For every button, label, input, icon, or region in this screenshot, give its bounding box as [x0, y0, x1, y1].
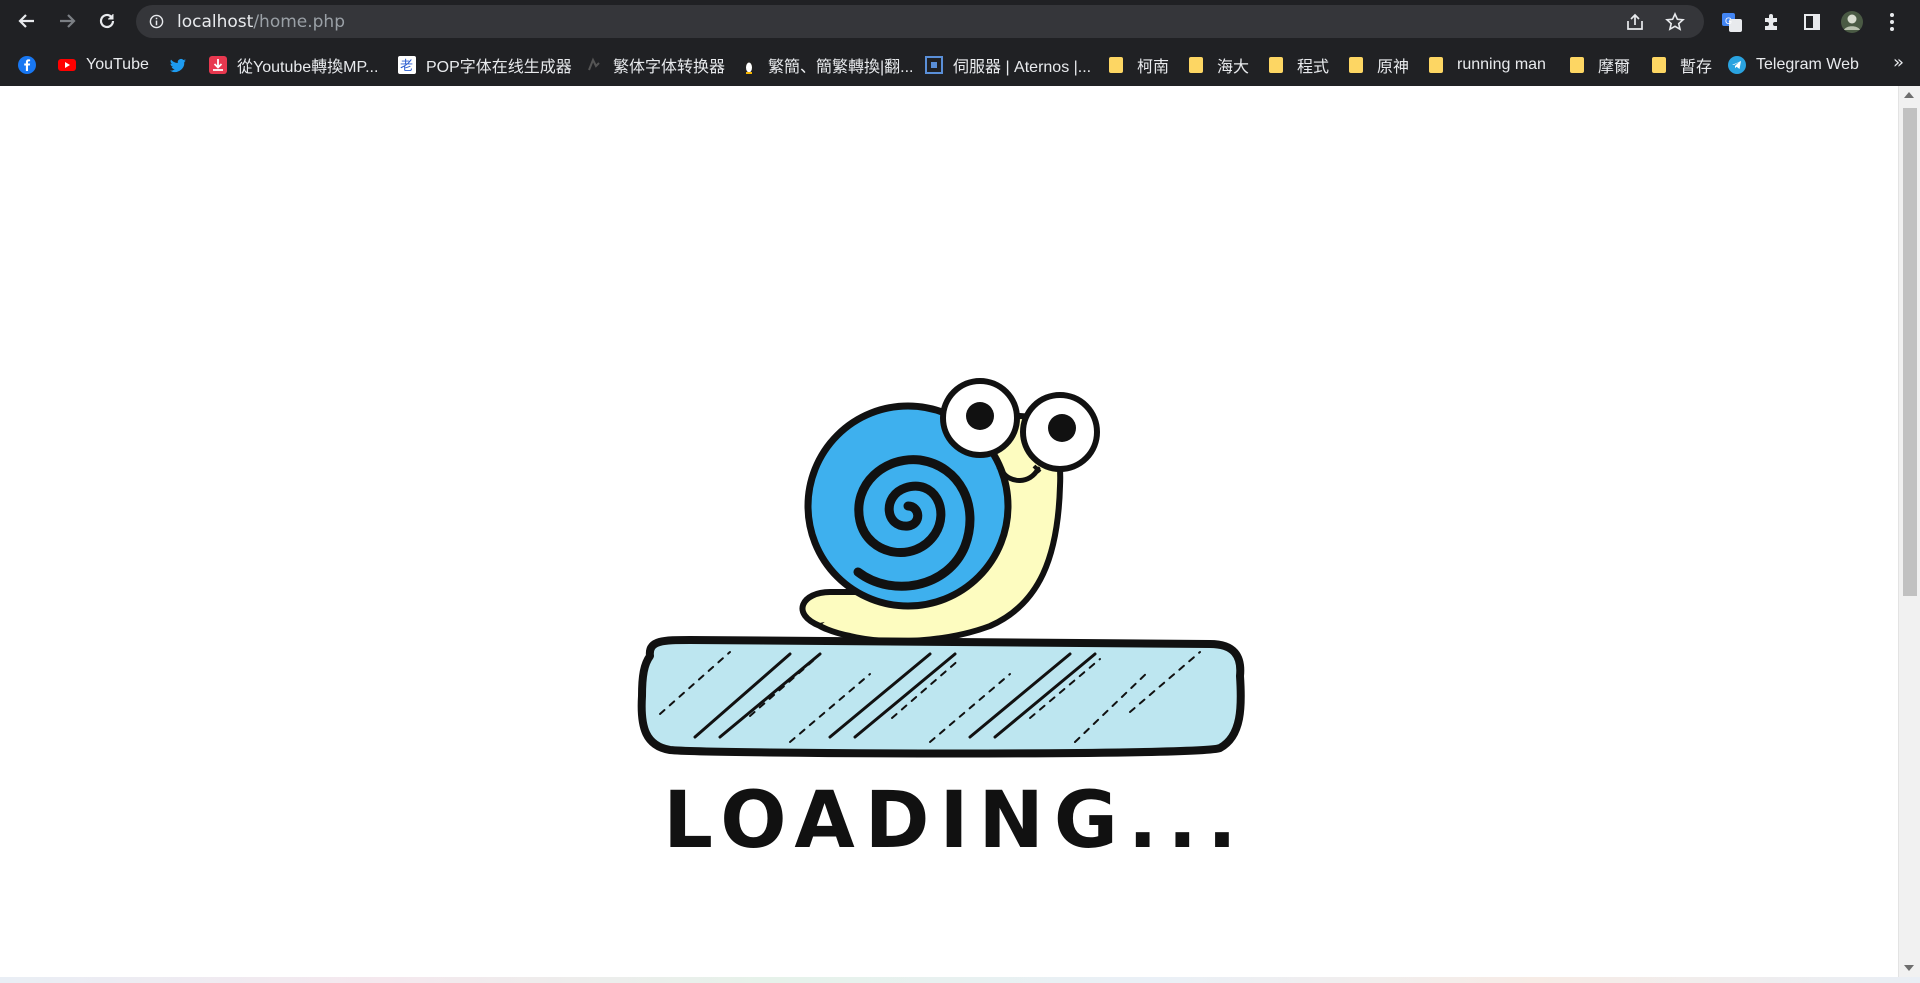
bookmark-folder-genshin[interactable]: 原神 [1349, 52, 1409, 78]
bookmarks-bar: YouTube 從Youtube轉換MP... 老 POP字体在线生成器 繁体字… [0, 43, 1920, 86]
google-translate-icon[interactable]: G [1719, 9, 1745, 35]
bookmark-label: 柯南 [1137, 59, 1170, 76]
bookmark-pop-font[interactable]: 老 POP字体在线生成器 [398, 52, 572, 78]
arrow-right-icon [60, 14, 76, 28]
url-text[interactable]: localhost/home.php [177, 12, 345, 32]
folder-icon [1570, 57, 1584, 73]
bookmark-folder-code[interactable]: 程式 [1269, 52, 1329, 78]
scroll-down-arrow-icon[interactable] [1904, 965, 1914, 971]
arrow-left-icon [18, 14, 34, 28]
page-content: LOADING... [0, 86, 1899, 983]
folder-icon [1429, 57, 1443, 73]
pop-font-icon: 老 [398, 56, 416, 74]
bookmark-telegram[interactable]: Telegram Web [1728, 52, 1859, 78]
url-host: localhost [177, 12, 254, 32]
bookmark-label: 繁体字体转换器 [613, 59, 726, 76]
bookmark-label: 從Youtube轉換MP... [237, 59, 379, 76]
bookmark-label: 摩爾 [1598, 59, 1631, 76]
bookmark-folder-haida[interactable]: 海大 [1189, 52, 1249, 78]
profile-avatar[interactable] [1839, 9, 1865, 35]
folder-icon [1189, 57, 1203, 73]
youtube-icon [58, 59, 76, 71]
folder-icon [1349, 57, 1363, 73]
vertical-scrollbar[interactable] [1898, 86, 1920, 977]
site-info-icon[interactable] [149, 14, 164, 29]
scroll-up-arrow-icon[interactable] [1904, 92, 1914, 98]
bookmark-label: 海大 [1217, 59, 1250, 76]
bookmark-facebook[interactable] [18, 52, 46, 78]
reload-icon [99, 13, 115, 29]
loading-text: LOADING... [663, 776, 1247, 866]
forward-button[interactable] [51, 5, 83, 37]
browser-menu-icon[interactable] [1879, 9, 1905, 35]
svg-text:老: 老 [400, 59, 413, 74]
bookmark-label: 繁簡、簡繁轉換|翻... [768, 59, 914, 76]
loading-illustration: LOADING... [630, 356, 1280, 886]
bookmark-folder-running-man[interactable]: running man [1429, 52, 1546, 78]
back-button[interactable] [11, 5, 43, 37]
more-bookmarks-button[interactable]: » [1893, 52, 1904, 73]
bottom-edge-strip [0, 977, 1920, 983]
scrollbar-thumb[interactable] [1903, 108, 1917, 596]
download-icon [209, 56, 227, 74]
bookmark-label: YouTube [86, 56, 149, 73]
folder-icon [1652, 57, 1666, 73]
bookmark-fanjian[interactable]: 繁簡、簡繁轉換|翻... [740, 52, 914, 78]
bookmark-font-converter[interactable]: 繁体字体转换器 [585, 52, 725, 78]
reload-button[interactable] [91, 5, 123, 37]
twitter-icon [170, 58, 186, 73]
bookmark-label: 程式 [1297, 59, 1330, 76]
bookmark-label: 暫存 [1680, 59, 1713, 76]
share-icon[interactable] [1625, 12, 1645, 32]
facebook-icon [18, 56, 36, 74]
bookmark-twitter[interactable] [169, 52, 197, 78]
loading-graphic [637, 378, 1245, 758]
bookmark-folder-conan[interactable]: 柯南 [1109, 52, 1169, 78]
bookmark-label: POP字体在线生成器 [426, 59, 572, 76]
aternos-icon [925, 56, 943, 74]
bookmark-label: 伺服器 | Aternos |... [953, 59, 1092, 76]
bookmark-folder-moore[interactable]: 摩爾 [1570, 52, 1630, 78]
side-panel-icon[interactable] [1799, 9, 1825, 35]
url-path: /home.php [253, 12, 345, 32]
loading-bar [637, 636, 1245, 758]
browser-toolbar: localhost/home.php G [0, 0, 1920, 43]
bookmark-folder-temp[interactable]: 暫存 [1652, 52, 1712, 78]
bookmark-label: running man [1457, 56, 1546, 73]
snail-pupil-right [1048, 414, 1076, 442]
bookmark-youtube[interactable]: YouTube [58, 52, 149, 78]
address-bar[interactable]: localhost/home.php [136, 5, 1704, 38]
svg-text:G: G [1725, 16, 1732, 26]
bookmark-youtube-mp3[interactable]: 從Youtube轉換MP... [209, 52, 378, 78]
bookmark-label: Telegram Web [1756, 56, 1859, 73]
folder-icon [1269, 57, 1283, 73]
snail-pupil-left [966, 402, 994, 430]
folder-icon [1109, 57, 1123, 73]
bookmark-label: 原神 [1377, 59, 1410, 76]
penguin-icon [744, 59, 754, 74]
bookmark-star-icon[interactable] [1665, 12, 1685, 32]
font-converter-icon [588, 57, 600, 71]
telegram-icon [1728, 56, 1746, 74]
extensions-puzzle-icon[interactable] [1759, 9, 1785, 35]
bookmark-aternos[interactable]: 伺服器 | Aternos |... [925, 52, 1091, 78]
browser-chrome: localhost/home.php G YouTube 從Youtube轉換M… [0, 0, 1920, 86]
